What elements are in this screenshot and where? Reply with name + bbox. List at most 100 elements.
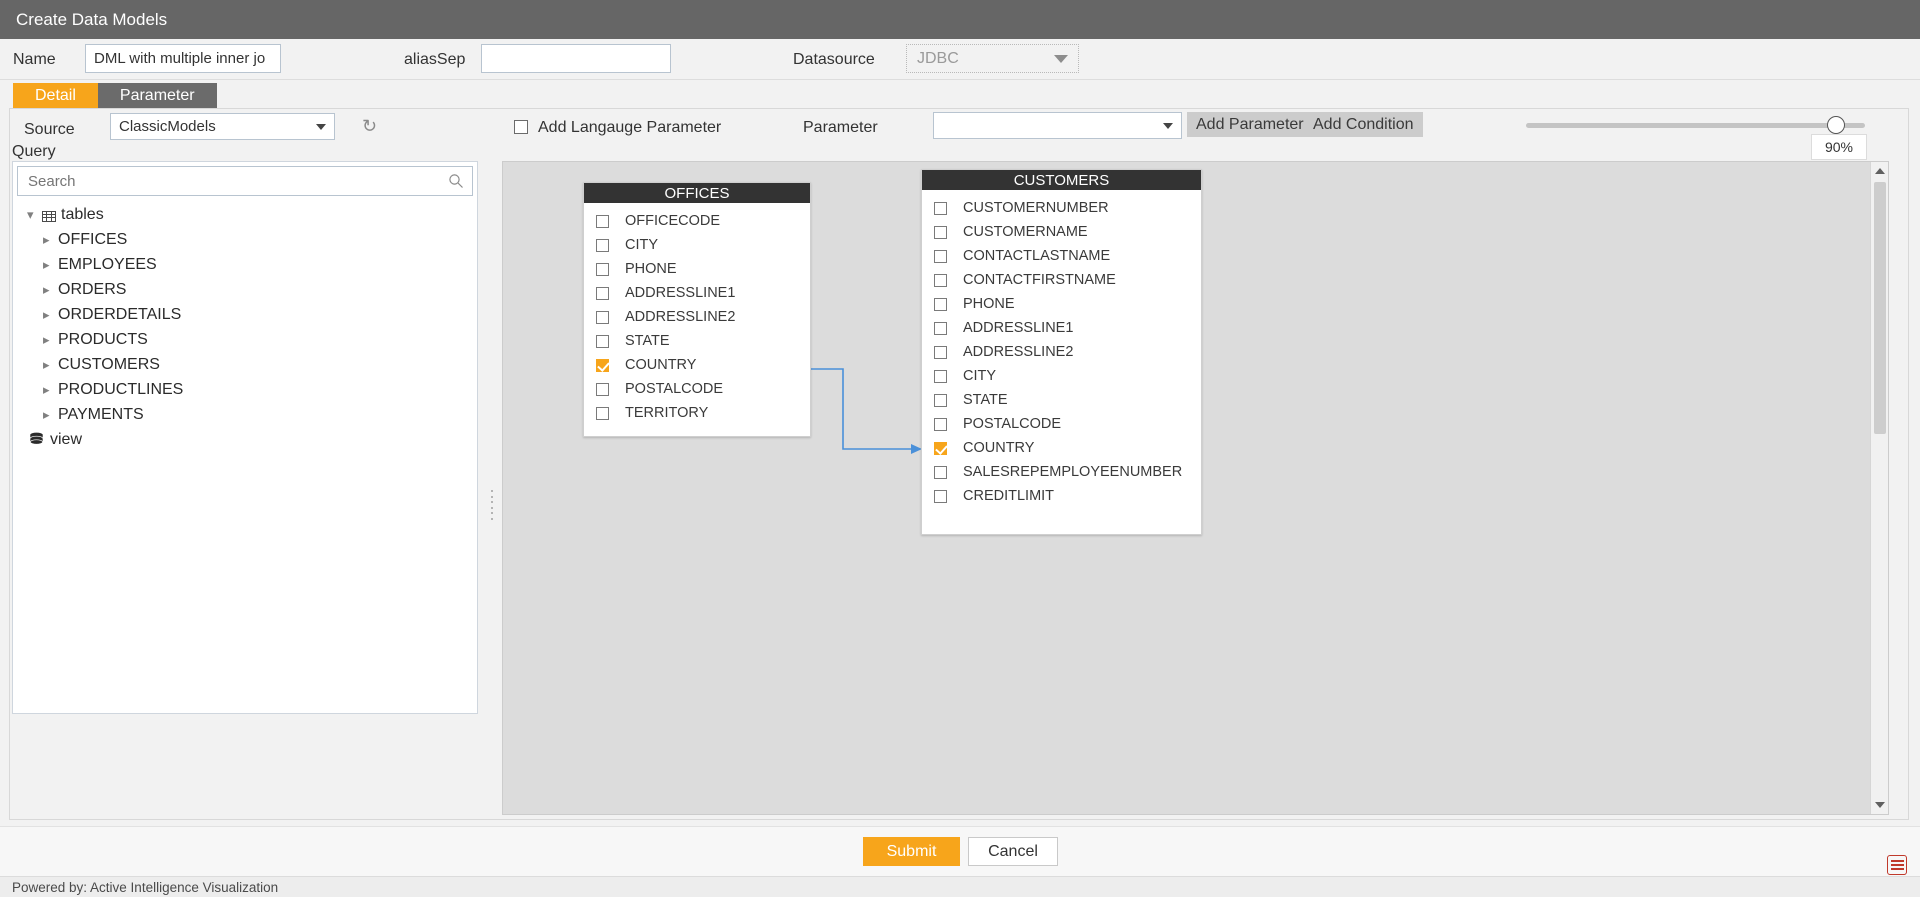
field-checkbox[interactable] — [934, 321, 947, 335]
field-label: STATE — [625, 333, 670, 349]
field-row[interactable]: CUSTOMERNAME — [922, 220, 1201, 244]
panel-resize-handle[interactable] — [489, 490, 495, 520]
chat-icon[interactable] — [1887, 855, 1907, 875]
field-row[interactable]: POSTALCODE — [922, 412, 1201, 436]
field-row[interactable]: ADDRESSLINE1 — [922, 316, 1201, 340]
field-checkbox[interactable] — [596, 310, 609, 324]
tree-item-customers[interactable]: ▸ CUSTOMERS — [27, 352, 477, 377]
field-checkbox[interactable] — [934, 249, 947, 263]
field-checkbox[interactable] — [596, 214, 609, 228]
field-checkbox[interactable] — [596, 334, 609, 348]
field-checkbox[interactable] — [934, 441, 947, 455]
source-value: ClassicModels — [119, 118, 216, 135]
field-checkbox[interactable] — [596, 382, 609, 396]
chevron-right-icon[interactable]: ▸ — [43, 232, 55, 248]
field-checkbox[interactable] — [934, 465, 947, 479]
table-card-fields: CUSTOMERNUMBER CUSTOMERNAME CONTACTLASTN… — [922, 190, 1201, 508]
canvas-vertical-scrollbar[interactable] — [1870, 162, 1888, 814]
submit-button[interactable]: Submit — [863, 837, 960, 866]
field-row[interactable]: TERRITORY — [584, 401, 810, 425]
scroll-down-arrow[interactable] — [1871, 796, 1889, 814]
aliassep-input[interactable] — [481, 44, 671, 73]
tree-item-productlines[interactable]: ▸ PRODUCTLINES — [27, 377, 477, 402]
chevron-right-icon[interactable]: ▸ — [43, 382, 55, 398]
field-row[interactable]: COUNTRY — [922, 436, 1201, 460]
tab-detail[interactable]: Detail — [13, 83, 98, 108]
chevron-right-icon[interactable]: ▸ — [43, 407, 55, 423]
tree-node-tables[interactable]: ▾ tables — [27, 202, 477, 227]
field-row[interactable]: COUNTRY — [584, 353, 810, 377]
field-row[interactable]: OFFICECODE — [584, 209, 810, 233]
field-row[interactable]: CITY — [584, 233, 810, 257]
scroll-up-arrow[interactable] — [1871, 162, 1889, 180]
tree-item-offices[interactable]: ▸ OFFICES — [27, 227, 477, 252]
datasource-value: JDBC — [917, 49, 959, 67]
chevron-right-icon[interactable]: ▸ — [43, 282, 55, 298]
field-checkbox[interactable] — [934, 201, 947, 215]
source-dropdown[interactable]: ClassicModels — [110, 113, 335, 140]
table-card-title[interactable]: CUSTOMERS — [922, 170, 1201, 190]
field-checkbox[interactable] — [934, 225, 947, 239]
model-canvas[interactable]: OFFICES OFFICECODE CITY PHONE ADDRESSLIN… — [503, 162, 1870, 814]
field-checkbox[interactable] — [934, 345, 947, 359]
tree-item-orders[interactable]: ▸ ORDERS — [27, 277, 477, 302]
chevron-right-icon[interactable]: ▸ — [43, 332, 55, 348]
name-input[interactable]: DML with multiple inner jo — [85, 44, 281, 73]
field-label: ADDRESSLINE2 — [963, 344, 1074, 360]
chevron-right-icon[interactable]: ▸ — [43, 357, 55, 373]
field-checkbox[interactable] — [934, 417, 947, 431]
table-card-offices[interactable]: OFFICES OFFICECODE CITY PHONE ADDRESSLIN… — [583, 182, 811, 437]
tree-item-payments[interactable]: ▸ PAYMENTS — [27, 402, 477, 427]
tree-item-label: ORDERS — [58, 280, 127, 298]
datasource-dropdown[interactable]: JDBC — [906, 44, 1079, 73]
field-row[interactable]: CUSTOMERNUMBER — [922, 196, 1201, 220]
triangle-up-icon — [1875, 168, 1885, 174]
tree-item-employees[interactable]: ▸ EMPLOYEES — [27, 252, 477, 277]
chevron-right-icon[interactable]: ▸ — [43, 307, 55, 323]
search-input[interactable] — [26, 171, 464, 191]
field-checkbox[interactable] — [934, 273, 947, 287]
field-checkbox[interactable] — [934, 297, 947, 311]
field-row[interactable]: CONTACTFIRSTNAME — [922, 268, 1201, 292]
tree-item-products[interactable]: ▸ PRODUCTS — [27, 327, 477, 352]
field-checkbox[interactable] — [596, 262, 609, 276]
tree-item-orderdetails[interactable]: ▸ ORDERDETAILS — [27, 302, 477, 327]
add-language-parameter-checkbox[interactable] — [514, 120, 528, 134]
field-row[interactable]: STATE — [584, 329, 810, 353]
add-parameter-button[interactable]: Add Parameter — [1187, 112, 1313, 137]
source-label: Source — [24, 121, 75, 138]
field-row[interactable]: PHONE — [922, 292, 1201, 316]
field-checkbox[interactable] — [596, 406, 609, 420]
parameter-dropdown[interactable] — [933, 112, 1182, 139]
zoom-slider-thumb[interactable] — [1827, 116, 1845, 134]
table-card-customers[interactable]: CUSTOMERS CUSTOMERNUMBER CUSTOMERNAME CO… — [921, 169, 1202, 535]
zoom-slider-track[interactable] — [1526, 123, 1865, 128]
search-box[interactable] — [17, 166, 473, 196]
field-checkbox[interactable] — [596, 238, 609, 252]
chevron-right-icon[interactable]: ▸ — [43, 257, 55, 273]
field-row[interactable]: STATE — [922, 388, 1201, 412]
field-checkbox[interactable] — [934, 489, 947, 503]
field-checkbox[interactable] — [934, 393, 947, 407]
field-row[interactable]: CITY — [922, 364, 1201, 388]
table-card-title[interactable]: OFFICES — [584, 183, 810, 203]
field-row[interactable]: CREDITLIMIT — [922, 484, 1201, 508]
tab-parameter[interactable]: Parameter — [97, 83, 217, 108]
chevron-down-icon[interactable]: ▾ — [27, 207, 39, 223]
add-condition-button[interactable]: Add Condition — [1304, 112, 1423, 137]
field-checkbox[interactable] — [934, 369, 947, 383]
chevron-down-icon — [1054, 54, 1068, 63]
field-row[interactable]: CONTACTLASTNAME — [922, 244, 1201, 268]
field-row[interactable]: SALESREPEMPLOYEENUMBER — [922, 460, 1201, 484]
tree-node-view[interactable]: view — [27, 427, 477, 452]
field-checkbox[interactable] — [596, 358, 609, 372]
field-row[interactable]: ADDRESSLINE1 — [584, 281, 810, 305]
refresh-icon[interactable]: ↻ — [362, 116, 377, 137]
field-row[interactable]: ADDRESSLINE2 — [584, 305, 810, 329]
field-checkbox[interactable] — [596, 286, 609, 300]
cancel-button[interactable]: Cancel — [968, 837, 1058, 866]
field-row[interactable]: POSTALCODE — [584, 377, 810, 401]
scrollbar-thumb[interactable] — [1874, 182, 1886, 434]
field-row[interactable]: PHONE — [584, 257, 810, 281]
field-row[interactable]: ADDRESSLINE2 — [922, 340, 1201, 364]
